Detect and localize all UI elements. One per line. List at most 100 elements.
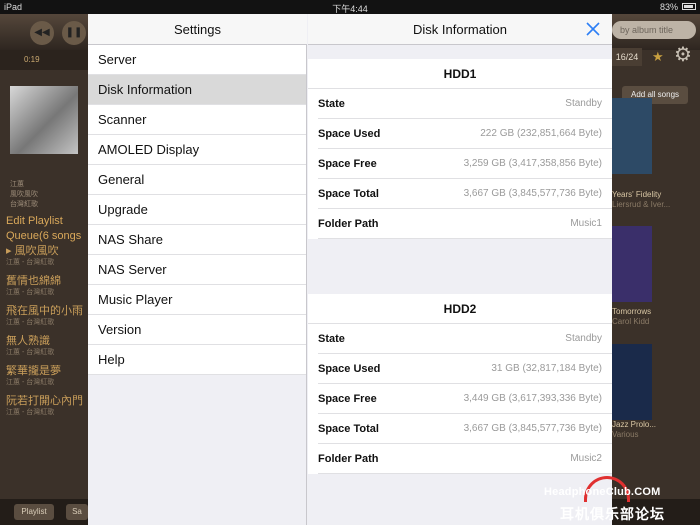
settings-item-version[interactable]: Version: [88, 315, 306, 345]
album-cover-artist: Various: [612, 430, 639, 439]
song-title: 無人熟識: [6, 335, 50, 347]
queue-list: ▸ 風吹風吹 江蕙 - 台灣紅歌 舊情也綿綿 江蕙 - 台灣紅歌 飛在風中的小雨 江蕙…: [6, 245, 88, 425]
row-value: 222 GB (232,851,664 Byte): [480, 128, 602, 139]
song-artist: 江蕙 - 台灣紅歌: [6, 259, 55, 266]
row-value: Standby: [565, 333, 602, 344]
album-cover-title: Jazz Prolo...: [612, 420, 657, 429]
album-art: [10, 86, 78, 154]
list-item[interactable]: 舊情也綿綿江蕙 - 台灣紅歌: [6, 275, 88, 305]
settings-item-music-player[interactable]: Music Player: [88, 285, 306, 315]
disk-information-panel: Disk Information HDD1 State Standby Space…: [308, 14, 612, 525]
song-artist: 江蕙 - 台灣紅歌: [6, 319, 55, 326]
gear-icon[interactable]: ⚙: [674, 44, 696, 66]
battery-icon: [682, 3, 696, 10]
row-value: Standby: [565, 98, 602, 109]
row-label: Space Used: [318, 363, 381, 375]
disk-row-folder-path: Folder Path Music1: [318, 209, 612, 239]
disk-row-space-total: Space Total 3,667 GB (3,845,577,736 Byte): [318, 414, 612, 444]
song-title: ▸ 風吹風吹: [6, 245, 59, 257]
settings-item-nas-share[interactable]: NAS Share: [88, 225, 306, 255]
disk-row-space-free: Space Free 3,259 GB (3,417,358,856 Byte): [318, 149, 612, 179]
album-cover-artist: Carol Kidd: [612, 317, 650, 326]
song-title: 飛在風中的小雨: [6, 305, 83, 317]
disk-row-state: State Standby: [318, 89, 612, 119]
album-caption: Tomorrows Carol Kidd: [612, 307, 700, 327]
edit-playlist-link[interactable]: Edit Playlist: [6, 215, 63, 227]
status-bar: iPad 下午4:44 83%: [0, 0, 700, 14]
watermark-forum: 耳机俱乐部论坛: [560, 506, 665, 522]
list-item[interactable]: 飛在風中的小雨江蕙 - 台灣紅歌: [6, 305, 88, 335]
row-value: 31 GB (32,817,184 Byte): [491, 363, 602, 374]
album-meta: 江蕙 風吹風吹 台灣紅歌: [10, 180, 38, 210]
disk-row-space-used: Space Used 31 GB (32,817,184 Byte): [318, 354, 612, 384]
row-label: Folder Path: [318, 218, 379, 230]
album-caption: Jazz Prolo... Various: [612, 420, 700, 440]
row-label: Space Used: [318, 128, 381, 140]
settings-item-upgrade[interactable]: Upgrade: [88, 195, 306, 225]
save-button[interactable]: Sa: [66, 504, 88, 520]
disk-name: HDD1: [308, 59, 612, 89]
list-item[interactable]: 阮若打開心內門 江蕙 - 台灣紅歌: [6, 395, 88, 425]
song-artist: 江蕙 - 台灣紅歌: [6, 409, 55, 416]
album-title: 風吹風吹: [10, 191, 38, 198]
settings-item-scanner[interactable]: Scanner: [88, 105, 306, 135]
settings-modal: Settings Server Disk Information Scanner…: [88, 14, 612, 525]
album-artist: 江蕙: [10, 181, 24, 188]
list-item[interactable]: ▸ 風吹風吹江蕙 - 台灣紅歌: [6, 245, 88, 275]
album-cover[interactable]: [612, 98, 652, 174]
settings-item-disk-information[interactable]: Disk Information: [88, 75, 306, 105]
row-label: Space Free: [318, 158, 377, 170]
row-label: Space Free: [318, 393, 377, 405]
song-artist: 江蕙 - 台灣紅歌: [6, 379, 55, 386]
disk-section-hdd2: HDD2 State Standby Space Used 31 GB (32,81…: [308, 294, 612, 474]
settings-item-general[interactable]: General: [88, 165, 306, 195]
row-value: 3,667 GB (3,845,577,736 Byte): [463, 188, 602, 199]
settings-item-help[interactable]: Help: [88, 345, 306, 375]
row-label: State: [318, 333, 345, 345]
seek-bar[interactable]: 0:19: [0, 50, 88, 70]
row-value: Music2: [570, 453, 602, 464]
song-title: 舊情也綿綿: [6, 275, 61, 287]
album-cover[interactable]: [612, 344, 652, 420]
battery-percent: 83%: [659, 2, 678, 12]
album-cover-title: Years' Fidelity: [612, 190, 662, 199]
song-artist: 江蕙 - 台灣紅歌: [6, 349, 55, 356]
album-search-input[interactable]: by album title: [612, 21, 696, 39]
play-pause-icon[interactable]: ❚❚: [62, 21, 86, 45]
settings-menu: Server Disk Information Scanner AMOLED D…: [88, 45, 306, 375]
row-value: 3,259 GB (3,417,358,856 Byte): [463, 158, 602, 169]
settings-item-amoled-display[interactable]: AMOLED Display: [88, 135, 306, 165]
settings-item-server[interactable]: Server: [88, 45, 306, 75]
watermark-site: HeadphoneClub.COM: [544, 486, 661, 498]
watermark-logo: HeadphoneClub.COM 耳机俱乐部论坛: [544, 476, 700, 525]
list-item[interactable]: 無人熟識江蕙 - 台灣紅歌: [6, 335, 88, 365]
playlist-button[interactable]: Playlist: [14, 504, 54, 520]
disk-row-folder-path: Folder Path Music2: [318, 444, 612, 474]
album-genre: 台灣紅歌: [10, 201, 38, 208]
settings-item-nas-server[interactable]: NAS Server: [88, 255, 306, 285]
album-caption: Years' Fidelity Liersrud & Iver...: [612, 190, 700, 210]
disk-name: HDD2: [308, 294, 612, 324]
disk-row-space-used: Space Used 222 GB (232,851,664 Byte): [318, 119, 612, 149]
row-value: Music1: [570, 218, 602, 229]
previous-track-icon[interactable]: ◀◀: [30, 21, 54, 45]
row-value: 3,667 GB (3,845,577,736 Byte): [463, 423, 602, 434]
song-title: 繁華攏是夢: [6, 365, 61, 377]
disk-row-space-free: Space Free 3,449 GB (3,617,393,336 Byte): [318, 384, 612, 414]
song-artist: 江蕙 - 台灣紅歌: [6, 289, 55, 296]
settings-title: Settings: [88, 14, 307, 45]
queue-label: Queue(6 songs: [6, 230, 82, 242]
disk-row-state: State Standby: [318, 324, 612, 354]
album-cover-artist: Liersrud & Iver...: [612, 200, 671, 209]
row-value: 3,449 GB (3,617,393,336 Byte): [463, 393, 602, 404]
close-icon[interactable]: [584, 20, 602, 38]
album-cover[interactable]: [612, 226, 652, 302]
star-icon[interactable]: ★: [652, 48, 668, 66]
row-label: Space Total: [318, 188, 379, 200]
disk-information-title: Disk Information: [308, 14, 612, 45]
list-item[interactable]: 繁華攏是夢江蕙 - 台灣紅歌: [6, 365, 88, 395]
row-label: Folder Path: [318, 453, 379, 465]
album-cover-title: Tomorrows: [612, 307, 652, 316]
disk-section-hdd1: HDD1 State Standby Space Used 222 GB (232,…: [308, 59, 612, 239]
panel-title: Disk Information: [413, 22, 507, 37]
